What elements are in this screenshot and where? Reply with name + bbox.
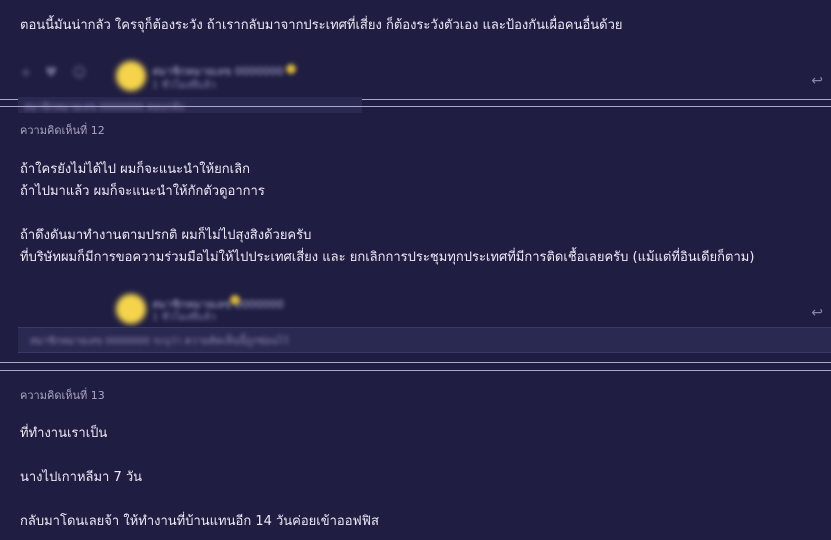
separator xyxy=(0,362,831,363)
comment-line: นางไปเกาหลีมา 7 วัน xyxy=(20,470,143,485)
separator xyxy=(0,370,831,371)
badge-icon xyxy=(230,295,240,305)
reply-icon[interactable]: ↩ xyxy=(811,73,823,89)
author-timestamp: 1 ชั่วโมงที่แล้ว xyxy=(152,80,216,91)
emoji-icon[interactable]: ☺ xyxy=(72,65,87,81)
comment-12-label: ความคิดเห็นที่ 12 xyxy=(20,124,105,137)
author-avatar[interactable] xyxy=(116,294,146,324)
reply-strip-text: สมาชิกหมายเลข 0000000 ตอบกลับ xyxy=(24,102,185,113)
badge-icon xyxy=(286,64,296,74)
comment-line: ถ้าดึงดันมาทำงานตามปรกติ ผมก็ไม่ไปสุงสิง… xyxy=(20,228,312,243)
separator xyxy=(0,106,831,107)
plus-icon[interactable]: + xyxy=(20,65,32,81)
comment-line: ที่บริษัทผมก็มีการขอความร่วมมือไม่ให้ไปป… xyxy=(20,250,755,265)
reply-strip-text: สมาชิกหมายเลข 0000000 ระบุว่า ความคิดเห็… xyxy=(30,336,289,347)
comment-line: กลับมาโดนเลยจ้า ให้ทำงานที่บ้านแทนอีก 14… xyxy=(20,514,379,529)
comment-line xyxy=(20,203,825,225)
comment-12-body: ถ้าใครยังไม่ได้ไป ผมก็จะแนะนำให้ยกเลิก ถ… xyxy=(20,159,825,269)
author-avatar[interactable] xyxy=(116,61,146,91)
reply-icon[interactable]: ↩ xyxy=(811,305,823,321)
comment-13-label: ความคิดเห็นที่ 13 xyxy=(20,389,105,402)
comment-11-text: ตอนนี้มันน่ากลัว ใครจุก็ต้องระวัง ถ้าเรา… xyxy=(20,18,623,33)
author-timestamp: 1 ชั่วโมงที่แล้ว xyxy=(152,312,216,323)
comment-line: ถ้าไปมาแล้ว ผมก็จะแนะนำให้กักตัวดูอาการ xyxy=(20,184,265,199)
comment-line: ถ้าใครยังไม่ได้ไป ผมก็จะแนะนำให้ยกเลิก xyxy=(20,162,250,177)
comment-line: ที่ทำงานเราเป็น xyxy=(20,426,108,441)
like-icon[interactable]: ♥ xyxy=(45,65,58,81)
